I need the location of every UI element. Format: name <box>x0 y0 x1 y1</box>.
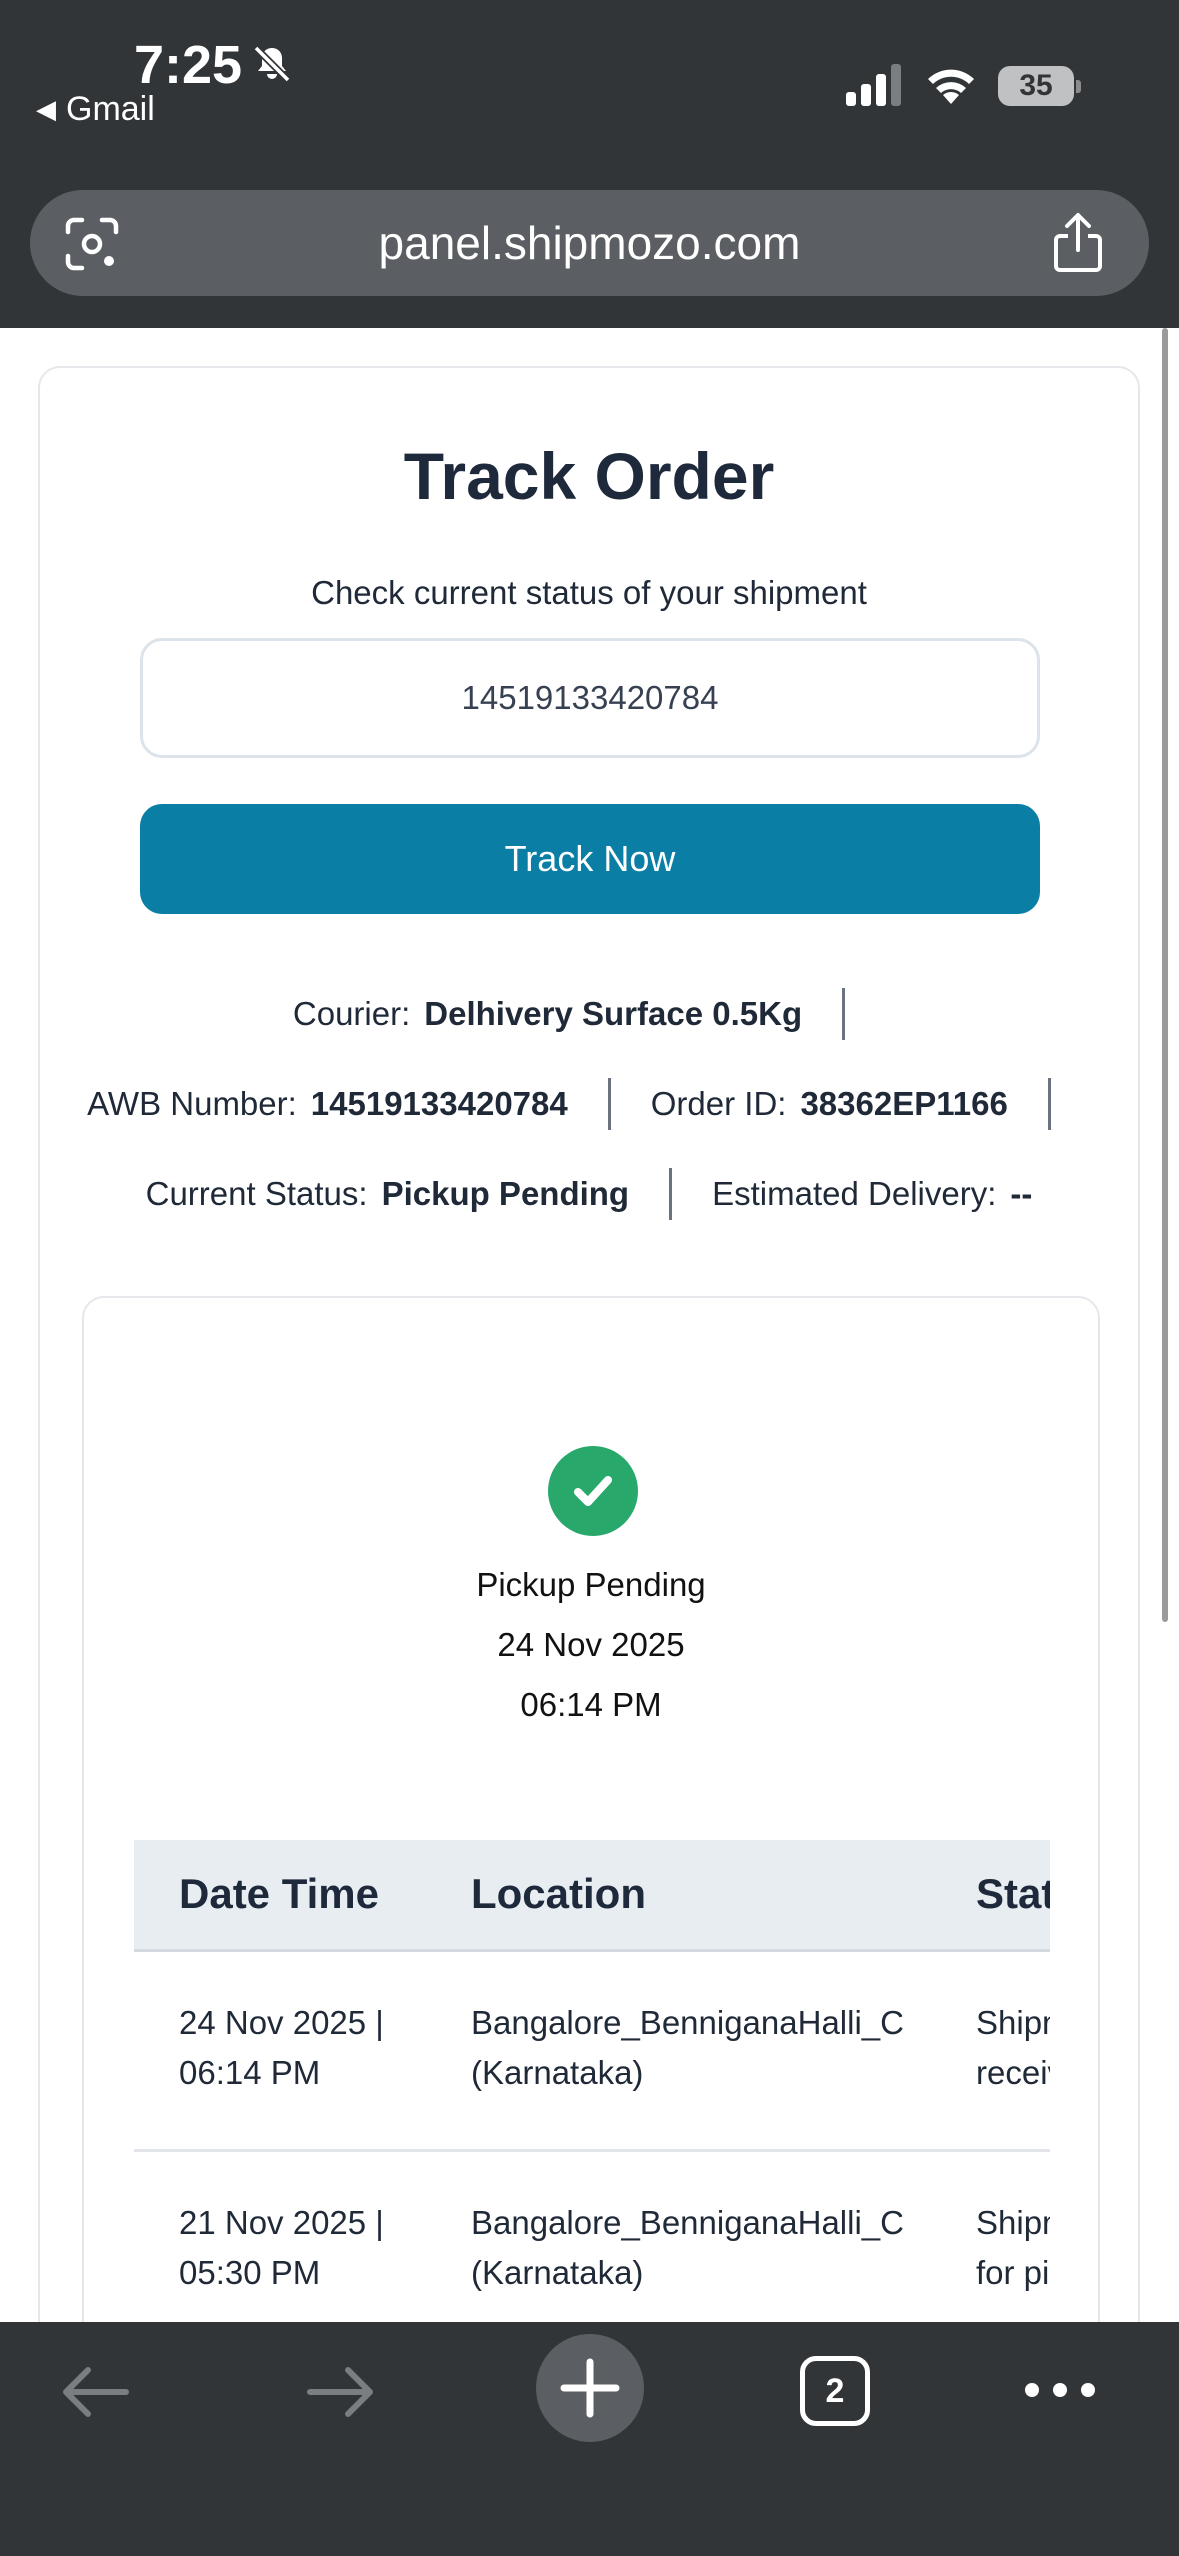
awb-label: AWB Number: <box>87 1085 297 1122</box>
table-row: 21 Nov 2025 | 05:30 PM Bangalore_Benniga… <box>134 2152 1050 2322</box>
table-row: 24 Nov 2025 | 06:14 PM Bangalore_Benniga… <box>134 1952 1050 2152</box>
order-id-label: Order ID: <box>650 1085 787 1122</box>
new-tab-button[interactable] <box>536 2334 644 2442</box>
order-id-value: 38362EP1166 <box>800 1085 1008 1122</box>
row-location: Bangalore_BenniganaHalli_C <box>471 2204 904 2241</box>
row-date-cell: 24 Nov 2025 | 06:14 PM <box>179 1998 384 2098</box>
courier-info-row: Courier: Delhivery Surface 0.5Kg <box>40 988 1138 1040</box>
latest-event-date: 24 Nov 2025 <box>497 1626 685 1663</box>
current-status-info: Current Status: Pickup Pending <box>146 1175 629 1213</box>
back-app-label: Gmail <box>66 90 155 128</box>
address-bar[interactable]: panel.shipmozo.com <box>30 190 1149 296</box>
browser-top-chrome: 7:25 ◀ Gmail 35 panel.shipmozo.com <box>0 0 1179 328</box>
battery-nub <box>1076 80 1081 93</box>
track-order-card: Track Order Check current status of your… <box>38 366 1140 2322</box>
row-state: (Karnataka) <box>471 2254 644 2291</box>
row-status-cell: Shipm for pic <box>976 2198 1050 2298</box>
current-status-value: Pickup Pending <box>381 1175 630 1212</box>
current-status-label: Current Status: <box>145 1175 368 1212</box>
estimated-delivery-value: -- <box>1010 1175 1033 1212</box>
forward-arrow-icon[interactable] <box>304 2362 378 2422</box>
share-icon[interactable] <box>1050 212 1106 274</box>
table-header: Date Time Location Stat <box>134 1840 1050 1952</box>
page-title: Track Order <box>403 439 775 513</box>
courier-value: Delhivery Surface 0.5Kg <box>424 995 803 1032</box>
divider <box>669 1168 673 1220</box>
divider <box>1047 1078 1051 1130</box>
courier-label: Courier: <box>292 995 411 1032</box>
row-date: 24 Nov 2025 | <box>179 2004 384 2041</box>
wifi-icon <box>928 69 974 104</box>
divider <box>607 1078 611 1130</box>
estimated-delivery-info: Estimated Delivery: -- <box>712 1175 1032 1213</box>
status-delivery-row: Current Status: Pickup Pending Estimated… <box>40 1168 1138 1220</box>
row-location-cell: Bangalore_BenniganaHalli_C (Karnataka) <box>471 2198 904 2298</box>
awb-value: 14519133420784 <box>310 1085 568 1122</box>
status-time: 7:25 <box>134 35 243 95</box>
battery-indicator: 35 <box>998 66 1081 106</box>
column-header-date-time: Date Time <box>179 1870 379 1917</box>
row-date-cell: 21 Nov 2025 | 05:30 PM <box>179 2198 384 2298</box>
row-status-line2: receiv <box>976 2054 1050 2091</box>
awb-search-input[interactable] <box>140 638 1040 758</box>
column-header-location: Location <box>471 1870 646 1917</box>
back-to-app-link[interactable]: ◀ Gmail <box>36 90 155 129</box>
row-time: 06:14 PM <box>179 2054 321 2091</box>
cellular-signal-icon <box>846 64 901 106</box>
row-status-line1: Shipm <box>976 2204 1050 2241</box>
page-scrollbar[interactable] <box>1162 328 1168 1622</box>
row-status-line1: Shipm <box>976 2004 1050 2041</box>
row-status-line2: for pic <box>976 2254 1050 2291</box>
battery-level: 35 <box>998 66 1074 106</box>
tab-switcher-button[interactable]: 2 <box>800 2356 870 2426</box>
row-time: 05:30 PM <box>179 2254 321 2291</box>
tracking-history-table[interactable]: Date Time Location Stat 24 Nov 2025 | 06… <box>134 1840 1050 2322</box>
row-state: (Karnataka) <box>471 2054 644 2091</box>
row-status-cell: Shipm receiv <box>976 1998 1050 2098</box>
back-arrow-icon[interactable] <box>58 2362 132 2422</box>
back-triangle-icon: ◀ <box>36 94 56 124</box>
divider <box>842 988 846 1040</box>
column-header-status: Stat <box>976 1870 1050 1917</box>
url-text[interactable]: panel.shipmozo.com <box>30 216 1149 270</box>
page-content: Track Order Check current status of your… <box>0 328 1179 2322</box>
latest-event-time: 06:14 PM <box>520 1686 662 1723</box>
row-location: Bangalore_BenniganaHalli_C <box>471 2004 904 2041</box>
latest-event-status: Pickup Pending <box>476 1566 706 1603</box>
track-now-button[interactable]: Track Now <box>140 804 1040 914</box>
row-location-cell: Bangalore_BenniganaHalli_C (Karnataka) <box>471 1998 904 2098</box>
browser-bottom-toolbar: 2 <box>0 2322 1179 2556</box>
check-circle-icon <box>548 1446 638 1536</box>
courier-info: Courier: Delhivery Surface 0.5Kg <box>293 995 802 1033</box>
checkmark-icon <box>574 1476 612 1506</box>
estimated-delivery-label: Estimated Delivery: <box>712 1175 997 1212</box>
bell-off-icon <box>253 45 291 83</box>
tracking-timeline-panel: Pickup Pending 24 Nov 2025 06:14 PM Date… <box>82 1296 1100 2322</box>
awb-info: AWB Number: 14519133420784 <box>87 1085 568 1123</box>
order-id-info: Order ID: 38362EP1166 <box>651 1085 1008 1123</box>
page-subtitle: Check current status of your shipment <box>311 574 867 611</box>
plus-icon <box>560 2358 620 2418</box>
row-date: 21 Nov 2025 | <box>179 2204 384 2241</box>
more-menu-icon[interactable] <box>1022 2370 1098 2410</box>
awb-order-row: AWB Number: 14519133420784 Order ID: 383… <box>40 1078 1138 1130</box>
